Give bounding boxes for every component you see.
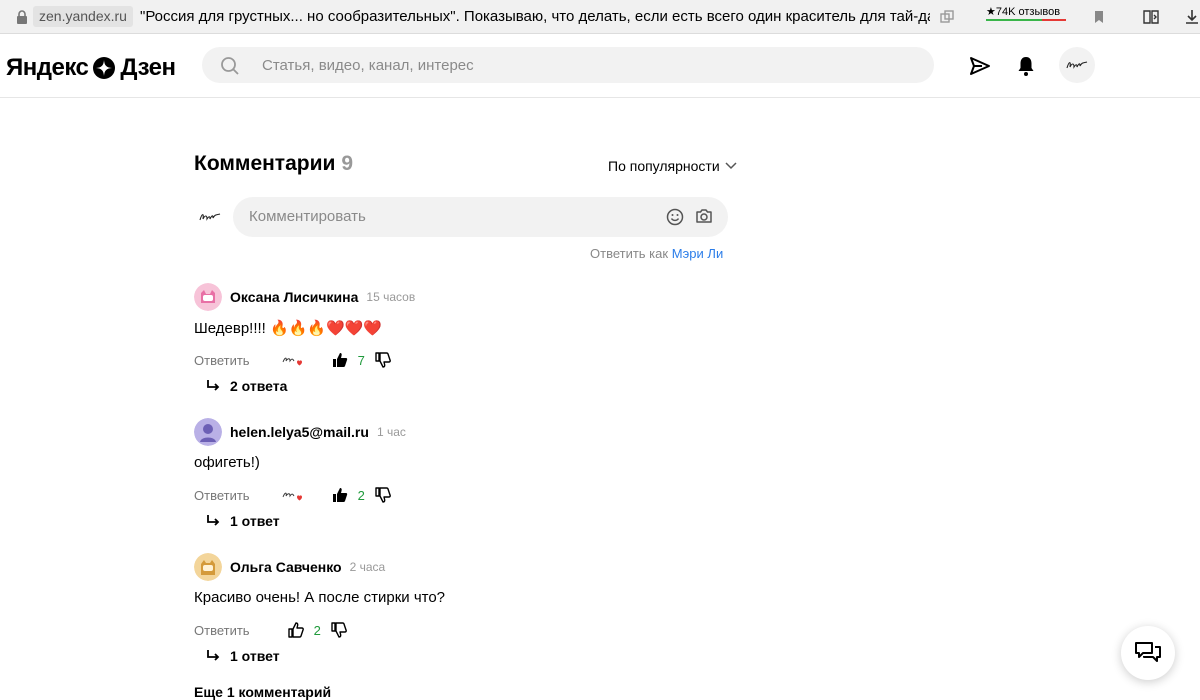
thumbs-down-icon[interactable] — [331, 622, 347, 638]
reply-arrow-icon — [207, 650, 220, 661]
send-icon[interactable] — [968, 54, 992, 78]
comment-text: Красиво очень! А после стирки что? — [194, 589, 446, 606]
page-title: "Россия для грустных... но сообразительн… — [140, 8, 930, 25]
comment-header: Ольга Савченко 2 часа — [194, 553, 385, 581]
like-count: 2 — [357, 487, 365, 503]
replies-toggle[interactable]: 1 ответ — [206, 648, 280, 664]
commenter-avatar[interactable] — [194, 283, 222, 311]
lock-icon — [17, 10, 27, 24]
like-count: 7 — [357, 352, 365, 368]
commenter-avatar[interactable] — [194, 553, 222, 581]
comment-actions: Ответить 7 — [194, 350, 391, 370]
camera-icon[interactable] — [695, 207, 713, 225]
comment-author[interactable]: Оксана Лисичкина — [230, 289, 358, 305]
like-count: 2 — [313, 622, 321, 638]
replies-toggle[interactable]: 1 ответ — [206, 513, 280, 529]
comment-header: helen.lelya5@mail.ru 1 час — [194, 418, 406, 446]
comment-input[interactable]: Комментировать — [233, 197, 728, 237]
comment-author[interactable]: Ольга Савченко — [230, 559, 342, 575]
thumbs-down-icon[interactable] — [375, 487, 391, 503]
comment-input-placeholder: Комментировать — [249, 208, 366, 225]
author-liked-icon — [282, 357, 302, 366]
chat-bubbles-icon — [1135, 642, 1161, 662]
signature-icon — [1066, 61, 1088, 69]
zen-logo[interactable]: Яндекс Дзен — [6, 54, 176, 82]
reply-arrow-icon — [207, 515, 220, 526]
copy-link-icon[interactable] — [937, 7, 957, 27]
site-header: Яндекс Дзен — [0, 34, 1200, 98]
replies-label: 2 ответа — [230, 378, 288, 394]
comment-time: 1 час — [376, 425, 406, 439]
reviews-rating-bar — [986, 19, 1066, 21]
bell-icon[interactable] — [1014, 54, 1038, 78]
comment-header: Оксана Лисичкина 15 часов — [194, 283, 415, 311]
replies-label: 1 ответ — [230, 513, 280, 529]
reply-as-name[interactable]: Мэри Ли — [672, 246, 724, 261]
like-block: 2 — [332, 487, 391, 503]
reviews-badge[interactable]: ★74K отзывов — [986, 5, 1066, 21]
thumbs-down-icon[interactable] — [375, 352, 391, 368]
comment-time: 2 часа — [349, 560, 386, 574]
author-liked-icon — [282, 492, 302, 501]
reviews-label: ★74K отзывов — [986, 6, 1061, 18]
comment-time: 15 часов — [366, 290, 416, 304]
thumbs-up-icon[interactable] — [287, 622, 304, 638]
comment-text: офигеть!) — [194, 454, 260, 471]
sort-dropdown[interactable]: По популярности — [608, 158, 737, 174]
thumbs-up-icon[interactable] — [332, 352, 348, 368]
sort-label: По популярности — [608, 158, 720, 174]
comments-count: 9 — [341, 152, 354, 175]
commenter-avatar[interactable] — [194, 418, 222, 446]
user-avatar[interactable] — [1059, 47, 1095, 83]
show-more-comments[interactable]: Еще 1 комментарий — [194, 684, 331, 700]
comments-title: Комментарии 9 — [194, 152, 353, 176]
comment-actions: Ответить 2 — [194, 485, 391, 505]
reply-arrow-icon — [207, 380, 220, 391]
reply-as-label: Ответить как — [590, 246, 669, 261]
like-block: 2 — [287, 622, 347, 638]
download-icon[interactable] — [1182, 7, 1200, 27]
reply-button[interactable]: Ответить — [194, 488, 250, 503]
replies-label: 1 ответ — [230, 648, 280, 664]
comment-author[interactable]: helen.lelya5@mail.ru — [230, 424, 369, 440]
chat-button[interactable] — [1121, 626, 1175, 680]
like-block: 7 — [332, 352, 391, 368]
logo-text-yandex: Яндекс — [6, 54, 89, 81]
my-avatar-signature — [199, 213, 221, 221]
comment-text: Шедевр!!!! 🔥🔥🔥❤️❤️❤️ — [194, 320, 383, 337]
chevron-down-icon — [725, 162, 737, 170]
replies-toggle[interactable]: 2 ответа — [206, 378, 287, 394]
thumbs-up-icon[interactable] — [332, 487, 348, 503]
logo-text-zen: Дзен — [120, 54, 176, 81]
search-icon — [221, 57, 239, 75]
bookmark-icon[interactable] — [1089, 7, 1109, 27]
zen-star-icon — [93, 57, 116, 79]
search-input[interactable] — [262, 47, 902, 83]
emoji-icon[interactable] — [666, 208, 684, 226]
comments-title-label: Комментарии — [194, 152, 336, 175]
search-bar[interactable] — [202, 47, 934, 83]
comment-actions: Ответить 2 — [194, 620, 347, 640]
reader-mode-icon[interactable] — [1141, 7, 1161, 27]
browser-url-bar: zen.yandex.ru "Россия для грустных... но… — [0, 0, 1200, 34]
reply-button[interactable]: Ответить — [194, 623, 250, 638]
reply-as: Ответить как Мэри Ли — [590, 246, 723, 261]
reply-button[interactable]: Ответить — [194, 353, 250, 368]
url-domain[interactable]: zen.yandex.ru — [33, 6, 133, 27]
